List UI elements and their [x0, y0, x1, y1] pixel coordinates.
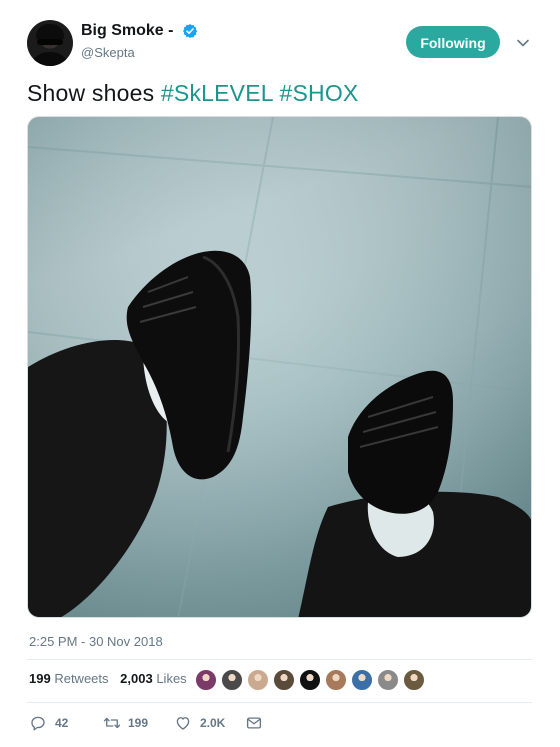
retweets-stat[interactable]: 199 Retweets — [29, 671, 109, 686]
liker-avatar[interactable] — [273, 669, 295, 691]
author-avatar[interactable] — [27, 20, 73, 66]
liker-avatar[interactable] — [403, 669, 425, 691]
hashtag-link[interactable]: #SkLEVEL — [161, 80, 273, 106]
reply-icon — [31, 716, 45, 731]
tweet-timestamp[interactable]: 2:25 PM - 30 Nov 2018 — [29, 634, 163, 649]
shoes-photo — [28, 117, 531, 617]
chevron-down-icon[interactable] — [516, 36, 530, 50]
liker-avatar[interactable] — [377, 669, 399, 691]
liker-avatar[interactable] — [221, 669, 243, 691]
author-display-name[interactable]: Big Smoke - — [81, 22, 173, 40]
divider — [27, 659, 532, 660]
likes-stat[interactable]: 2,003 Likes — [120, 671, 187, 686]
author-handle: @Skepta — [81, 45, 135, 61]
likes-count: 2,003 — [120, 671, 153, 687]
liker-avatar[interactable] — [247, 669, 269, 691]
following-button[interactable]: Following — [406, 26, 500, 58]
likes-label: Likes — [156, 671, 187, 687]
heart-icon — [176, 717, 190, 730]
like-count: 2.0K — [200, 716, 226, 730]
liker-avatar[interactable] — [299, 669, 321, 691]
retweet-count: 199 — [128, 716, 149, 730]
retweet-icon — [103, 717, 121, 729]
tweet-text-body: Show shoes — [27, 80, 155, 106]
hashtag-link[interactable]: #SHOX — [279, 80, 358, 106]
liker-avatar[interactable] — [195, 669, 217, 691]
verified-badge-icon — [182, 24, 198, 38]
liker-avatar[interactable] — [325, 669, 347, 691]
tweet-photo[interactable] — [27, 116, 532, 618]
retweets-label: Retweets — [54, 671, 109, 687]
tweet-header: Big Smoke - @Skepta Following — [27, 18, 537, 68]
liker-avatar[interactable] — [351, 669, 373, 691]
tweet-text: Show shoes #SkLEVEL #SHOX — [27, 80, 358, 107]
divider — [27, 702, 532, 703]
envelope-icon — [246, 717, 262, 729]
retweets-count: 199 — [29, 671, 51, 687]
engagement-stats: 199 Retweets 2,003 Likes — [29, 670, 195, 694]
reply-count: 42 — [55, 716, 69, 730]
author-info[interactable]: Big Smoke - @Skepta — [81, 22, 198, 60]
